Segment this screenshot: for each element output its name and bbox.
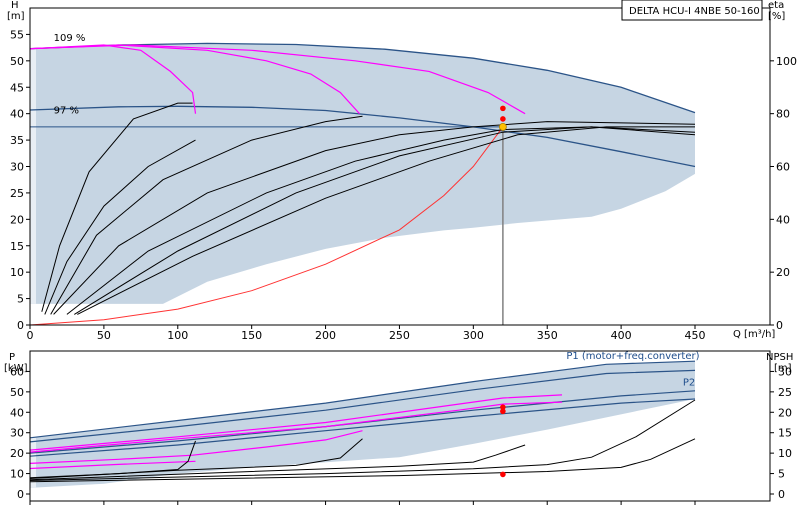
p-tick-label: 30 <box>10 427 24 440</box>
pump-performance-chart: 109 %97 % 0 50 100 150 200 250 300 350 400 450051… <box>0 0 800 520</box>
x-tick-label: 150 <box>241 329 262 342</box>
p-tick-label: 40 <box>10 406 24 419</box>
title-box: DELTA HCU-I 4NBE 50-160 <box>621 0 763 21</box>
y-left-tick-label: 10 <box>10 266 24 279</box>
npsh-tick-label: 25 <box>778 386 792 399</box>
chart-title: DELTA HCU-I 4NBE 50-160 <box>629 6 760 17</box>
x-tick-label: 50 <box>97 329 111 342</box>
efficiency-annotation: 109 % <box>54 33 86 44</box>
duty-point <box>498 122 507 131</box>
y-right-tick-label: 80 <box>776 108 790 121</box>
y-right-tick-label: 20 <box>776 266 790 279</box>
x-axis-label: Q [m³/h] <box>733 329 775 340</box>
x-tick-label: 450 <box>685 329 706 342</box>
p-tick-label: 50 <box>10 386 24 399</box>
duty-marker <box>500 404 506 410</box>
p-tick-label: 0 <box>17 488 24 501</box>
power-series-label: P2 <box>683 378 695 389</box>
bottom-y-right-label: NPSH <box>766 352 793 363</box>
npsh-tick-label: 20 <box>778 406 792 419</box>
eta-marker <box>500 105 506 112</box>
y-left-tick-label: 30 <box>10 161 24 174</box>
y-left-tick-label: 0 <box>17 319 24 332</box>
eta-marker <box>500 116 506 122</box>
y-right-tick-label: 0 <box>776 319 783 332</box>
y-left-tick-label: 40 <box>10 108 24 121</box>
envelope-left-edge <box>30 48 36 304</box>
npsh-tick-label: 5 <box>778 468 785 481</box>
efficiency-annotation: 97 % <box>54 106 79 117</box>
x-tick-label: 300 <box>463 329 484 342</box>
x-tick-label: 0 <box>27 329 34 342</box>
y-left-tick-label: 45 <box>10 81 24 94</box>
npsh-tick-label: 15 <box>778 427 792 440</box>
y-left-tick-label: 55 <box>10 28 24 41</box>
top-y-left-label: H <box>11 0 19 11</box>
top-y-right-unit: [%] <box>768 11 785 22</box>
bottom-y-left-unit: [kW] <box>4 363 28 374</box>
top-y-left-unit: [m] <box>7 11 25 22</box>
y-right-tick-label: 40 <box>776 213 790 226</box>
x-tick-label: 250 <box>389 329 410 342</box>
p-tick-label: 20 <box>10 447 24 460</box>
y-left-tick-label: 5 <box>17 293 24 306</box>
power-series-label: P1 (motor+freq.converter) <box>566 351 699 362</box>
bottom-y-right-unit: [m] <box>774 363 792 374</box>
top-y-right-label: eta <box>768 0 784 11</box>
x-tick-label: 100 <box>167 329 188 342</box>
y-left-tick-label: 35 <box>10 134 24 147</box>
y-right-tick-label: 100 <box>776 55 797 68</box>
y-left-tick-label: 25 <box>10 187 24 200</box>
p-tick-label: 10 <box>10 468 24 481</box>
duty-marker <box>500 471 506 478</box>
npsh-tick-label: 10 <box>778 447 792 460</box>
bottom-y-left-label: P <box>9 352 15 363</box>
x-tick-label: 200 <box>315 329 336 342</box>
x-tick-label: 350 <box>537 329 558 342</box>
y-right-tick-label: 60 <box>776 161 790 174</box>
x-tick-label: 400 <box>611 329 632 342</box>
y-left-tick-label: 20 <box>10 213 24 226</box>
y-left-tick-label: 50 <box>10 55 24 68</box>
npsh-tick-label: 0 <box>778 488 785 501</box>
y-left-tick-label: 15 <box>10 240 24 253</box>
